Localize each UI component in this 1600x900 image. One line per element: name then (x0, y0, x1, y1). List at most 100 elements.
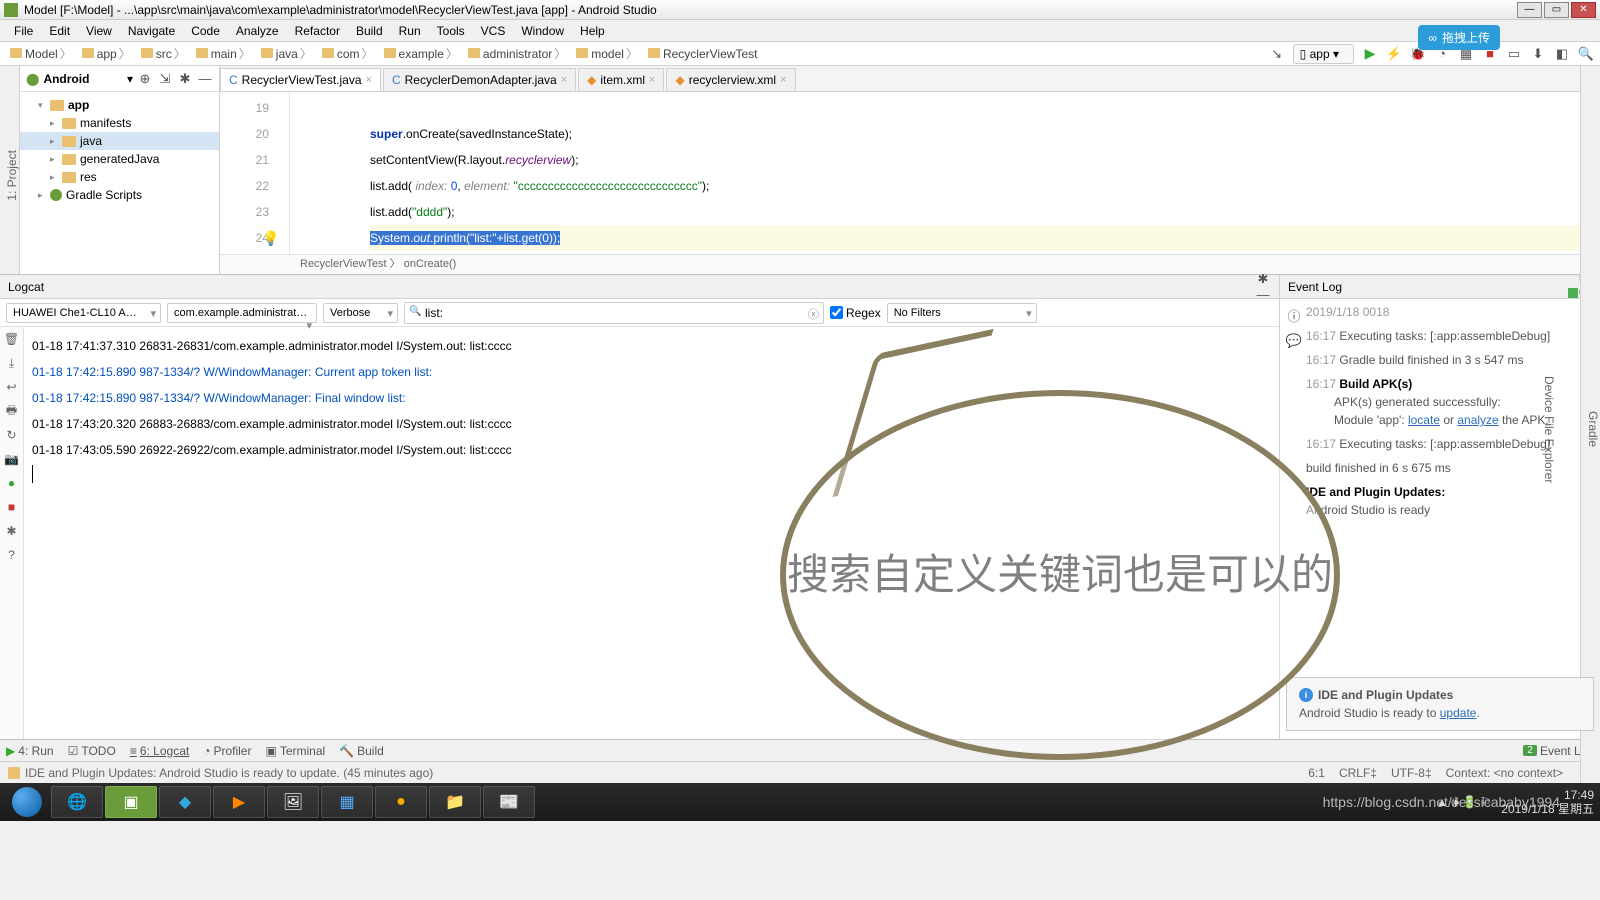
tab-recyclerview.xml[interactable]: ◆ recyclerview.xml × (666, 68, 795, 91)
device-combo[interactable]: HUAWEI Che1-CL10 A… (6, 303, 161, 323)
settings-icon[interactable]: ✱ (4, 523, 20, 539)
screenshot-icon[interactable]: 📷 (4, 451, 20, 467)
wrap-icon[interactable]: ↩ (4, 379, 20, 395)
code[interactable]: super.onCreate(savedInstanceState); setC… (290, 92, 1600, 254)
close-icon[interactable]: × (780, 74, 786, 86)
menu-code[interactable]: Code (183, 24, 228, 38)
filter-combo[interactable]: No Filters (887, 303, 1037, 323)
target-icon[interactable]: ⊕ (137, 71, 153, 87)
tab-RecyclerViewTest.java[interactable]: C RecyclerViewTest.java × (220, 68, 381, 91)
crumb-model[interactable]: model (572, 45, 642, 62)
trash-icon[interactable]: 🗑 (4, 331, 20, 347)
avd-icon[interactable]: ▭ (1506, 46, 1522, 62)
apply-changes-icon[interactable]: ⚡ (1386, 46, 1402, 62)
record-icon[interactable]: ● (4, 475, 20, 491)
maximize-button[interactable]: ▭ (1544, 2, 1569, 18)
crumb-model[interactable]: Model (6, 45, 76, 62)
editor-body[interactable]: 192021222324 super.onCreate(savedInstanc… (220, 92, 1600, 254)
tree-java[interactable]: ▸java (20, 132, 219, 150)
balloon-icon[interactable]: 💬 (1286, 333, 1302, 349)
lightbulb-icon[interactable]: 💡 (262, 225, 279, 251)
crumb-administrator[interactable]: administrator (464, 45, 570, 62)
tree-app[interactable]: ▾app (20, 96, 219, 114)
crumb-app[interactable]: app (78, 45, 135, 62)
tab-RecyclerDemonAdapter.java[interactable]: C RecyclerDemonAdapter.java × (383, 68, 576, 91)
menu-vcs[interactable]: VCS (473, 24, 514, 38)
run-button[interactable]: ▶ (1362, 46, 1378, 62)
task-item[interactable]: ▣ (105, 786, 157, 818)
context[interactable]: Context: <no context> (1446, 766, 1563, 780)
regex-checkbox[interactable]: Regex (830, 306, 881, 320)
task-item[interactable]: ● (375, 786, 427, 818)
minimize-button[interactable]: — (1517, 2, 1542, 18)
task-item[interactable]: ▦ (321, 786, 373, 818)
bottom-profiler[interactable]: ◔ Profiler (203, 744, 251, 758)
run-config-combo[interactable]: ▯ app ▾ (1293, 44, 1354, 64)
terminate-icon[interactable]: ■ (4, 499, 20, 515)
search-icon[interactable]: 🔍 (1578, 46, 1594, 62)
code-breadcrumb[interactable]: RecyclerViewTest 〉 onCreate() (220, 254, 1600, 274)
menu-refactor[interactable]: Refactor (287, 24, 348, 38)
scroll-end-icon[interactable]: ⤓ (4, 355, 20, 371)
menu-file[interactable]: File (6, 24, 41, 38)
restart-icon[interactable]: ↻ (4, 427, 20, 443)
close-icon[interactable]: × (649, 74, 655, 86)
menu-tools[interactable]: Tools (429, 24, 473, 38)
task-item[interactable]: ◆ (159, 786, 211, 818)
level-combo[interactable]: Verbose (323, 303, 398, 323)
sdk-icon[interactable]: ⬇ (1530, 46, 1546, 62)
bottom-terminal[interactable]: ▣ Terminal (265, 744, 325, 758)
gear-icon[interactable]: ✱ (177, 71, 193, 87)
charset[interactable]: UTF-8‡ (1391, 766, 1432, 780)
tree-header[interactable]: ⬤ Android ▾ ⊕ ⇲ ✱ — (20, 66, 219, 92)
crumb-example[interactable]: example (380, 45, 462, 62)
update-link[interactable]: update (1440, 706, 1477, 720)
bottom-todo[interactable]: ☑ TODO (68, 744, 116, 758)
start-button[interactable] (4, 786, 49, 818)
close-button[interactable]: ✕ (1571, 2, 1596, 18)
task-item[interactable]: 🌐 (51, 786, 103, 818)
bottom-run[interactable]: ▶ 4: Run (6, 744, 54, 758)
tree-generatedjava[interactable]: ▸generatedJava (20, 150, 219, 168)
tree-manifests[interactable]: ▸manifests (20, 114, 219, 132)
task-item[interactable]: 🖼 (267, 786, 319, 818)
menu-edit[interactable]: Edit (41, 24, 78, 38)
tab-item.xml[interactable]: ◆ item.xml × (578, 68, 664, 91)
clear-search-icon[interactable]: ⓧ (808, 306, 819, 322)
crumb-java[interactable]: java (257, 45, 316, 62)
cursor-pos[interactable]: 6:1 (1308, 766, 1325, 780)
bottom-logcat[interactable]: ≡ 6: Logcat (130, 744, 189, 758)
layout-icon[interactable]: ◧ (1554, 46, 1570, 62)
bottom-build[interactable]: 🔨 Build (339, 744, 384, 758)
task-item[interactable]: ▶ (213, 786, 265, 818)
menu-window[interactable]: Window (513, 24, 572, 38)
task-item[interactable]: 📁 (429, 786, 481, 818)
menu-view[interactable]: View (78, 24, 120, 38)
upload-badge[interactable]: ∞ 拖拽上传 (1418, 25, 1500, 50)
menu-run[interactable]: Run (391, 24, 429, 38)
crumb-src[interactable]: src (137, 45, 190, 62)
tree-gradle-scripts[interactable]: ▸Gradle Scripts (20, 186, 219, 204)
menu-help[interactable]: Help (572, 24, 613, 38)
sync-icon[interactable]: ↘ (1269, 46, 1285, 62)
search-input[interactable]: list: ⓧ (404, 302, 824, 324)
crumb-com[interactable]: com (318, 45, 378, 62)
rail-project[interactable]: 1: Project (5, 150, 19, 201)
process-combo[interactable]: com.example.administrat… (167, 303, 317, 323)
help-icon[interactable]: ? (4, 547, 20, 563)
menu-navigate[interactable]: Navigate (120, 24, 183, 38)
hide-icon[interactable]: — (197, 71, 213, 87)
crumb-recyclerviewtest[interactable]: RecyclerViewTest (644, 47, 761, 61)
update-popup[interactable]: iIDE and Plugin Updates Android Studio i… (1286, 677, 1594, 731)
task-item[interactable]: 📰 (483, 786, 535, 818)
print-icon[interactable]: 🖶 (4, 403, 20, 419)
close-icon[interactable]: × (561, 74, 567, 86)
logcat-output[interactable]: 01-18 17:41:37.310 26831-26831/com.examp… (24, 327, 1279, 739)
info-icon[interactable]: ⓘ (1286, 307, 1302, 323)
menu-build[interactable]: Build (348, 24, 391, 38)
menu-analyze[interactable]: Analyze (228, 24, 287, 38)
close-icon[interactable]: × (366, 74, 372, 86)
tree-res[interactable]: ▸res (20, 168, 219, 186)
collapse-icon[interactable]: ⇲ (157, 71, 173, 87)
crumb-main[interactable]: main (192, 45, 255, 62)
